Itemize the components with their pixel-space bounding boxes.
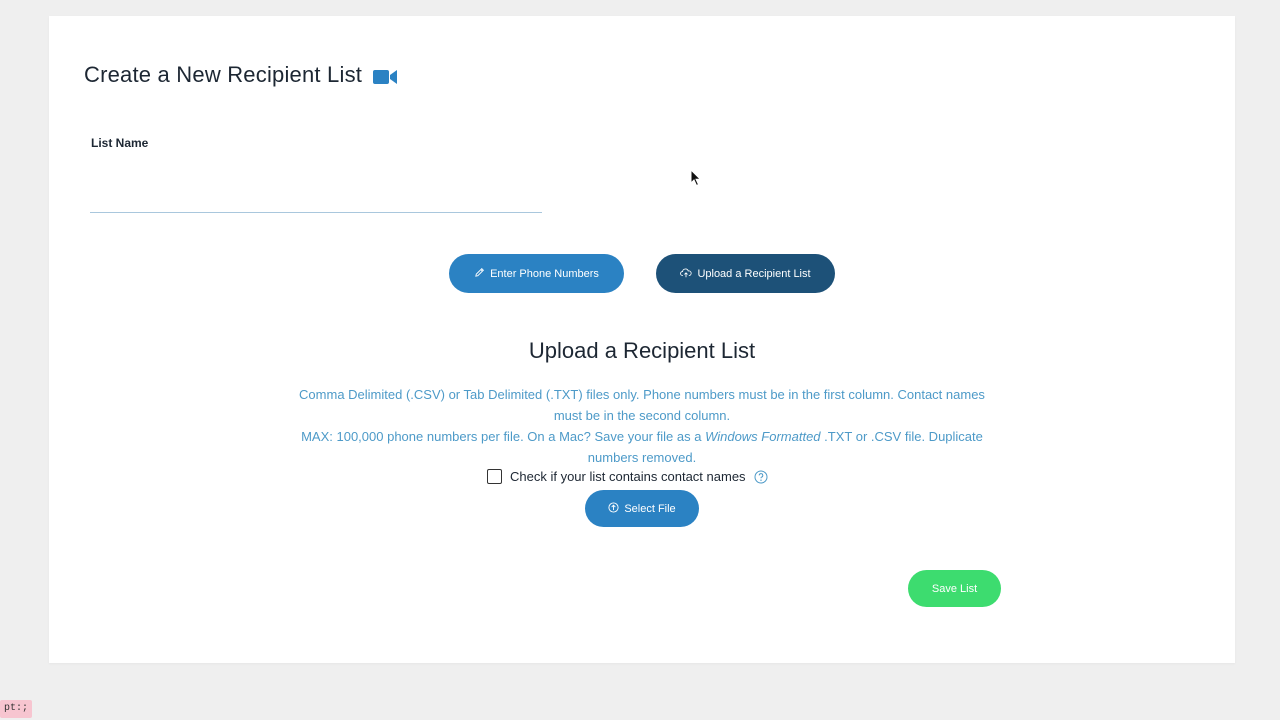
instructions-line-2-pre: MAX: 100,000 phone numbers per file. On …: [301, 429, 702, 444]
select-file-button[interactable]: Select File: [585, 490, 699, 527]
enter-phone-numbers-button[interactable]: Enter Phone Numbers: [449, 254, 624, 293]
page-title: Create a New Recipient List: [84, 62, 398, 88]
recipient-list-card: Create a New Recipient List List Name En…: [49, 16, 1235, 663]
select-file-label: Select File: [624, 502, 676, 515]
upload-recipient-list-label: Upload a Recipient List: [697, 267, 811, 280]
status-bar-text: pt:;: [0, 700, 33, 718]
upload-circle-icon: [608, 501, 619, 516]
instructions-line-1: Comma Delimited (.CSV) or Tab Delimited …: [299, 387, 985, 423]
contact-names-checkbox-label: Check if your list contains contact name…: [510, 469, 746, 484]
enter-phone-numbers-label: Enter Phone Numbers: [490, 267, 599, 280]
save-list-button[interactable]: Save List: [908, 570, 1001, 607]
pencil-icon: [474, 267, 485, 281]
upload-recipient-list-button[interactable]: Upload a Recipient List: [656, 254, 835, 293]
upload-instructions: Comma Delimited (.CSV) or Tab Delimited …: [292, 384, 992, 468]
upload-section-heading: Upload a Recipient List: [528, 338, 756, 363]
mouse-cursor-icon: [690, 168, 702, 187]
list-name-label: List Name: [91, 136, 149, 150]
question-circle-icon[interactable]: [754, 470, 768, 484]
page-title-text: Create a New Recipient List: [84, 62, 363, 87]
instructions-line-2-emphasis: Windows Formatted: [705, 429, 821, 444]
cloud-upload-icon: [680, 267, 692, 281]
contact-names-checkbox[interactable]: [487, 469, 502, 484]
instructions-line-2: MAX: 100,000 phone numbers per file. On …: [292, 426, 992, 468]
list-name-input[interactable]: [90, 176, 542, 213]
contact-names-checkbox-row[interactable]: Check if your list contains contact name…: [487, 469, 768, 484]
video-camera-icon[interactable]: [372, 66, 398, 84]
